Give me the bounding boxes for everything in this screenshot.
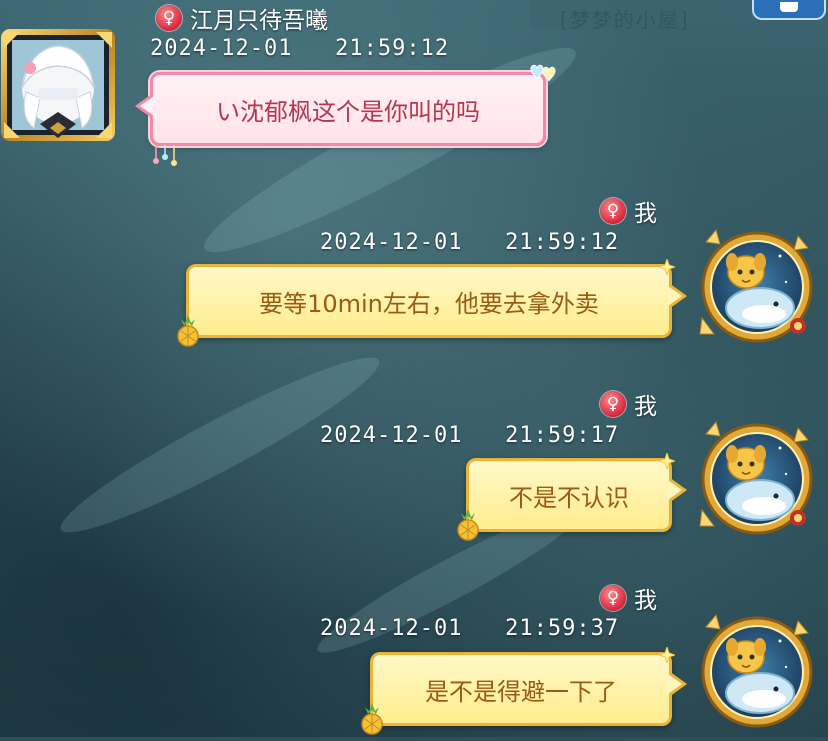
whale-dog-avatar-icon — [699, 420, 813, 535]
bubble-tail-inner — [668, 286, 682, 306]
message-bubble-outgoing[interactable]: 要等10min左右，他要去拿外卖 — [177, 259, 687, 347]
whale-dog-avatar-icon — [699, 228, 813, 343]
avatar-self[interactable] — [694, 414, 820, 544]
sender-name-row: ♀ 江月只待吾曦 — [156, 1, 328, 35]
sender-name[interactable]: 江月只待吾曦 — [190, 1, 328, 35]
sender-name-row: ♀ 我 — [600, 387, 657, 421]
message-text: い沈郁枫这个是你叫的吗 — [216, 97, 480, 126]
message-timestamp: 2024-12-01 21:59:12 — [150, 36, 450, 61]
avatar-self[interactable] — [694, 222, 820, 352]
message-bubble-incoming[interactable]: い沈郁枫这个是你叫的吗 — [135, 64, 556, 166]
pineapple-icon — [457, 509, 479, 541]
message-timestamp: 2024-12-01 21:59:17 — [320, 423, 620, 448]
female-symbol-icon: ♀ — [600, 391, 626, 417]
whale-dog-avatar-icon — [701, 613, 813, 728]
bubble-tail-inner — [668, 674, 682, 694]
sender-name[interactable]: 我 — [634, 194, 657, 228]
sparkle-icon — [659, 259, 675, 275]
female-symbol-icon: ♀ — [600, 198, 626, 224]
message-timestamp: 2024-12-01 21:59:37 — [320, 616, 620, 641]
sender-name[interactable]: 我 — [634, 387, 657, 421]
pineapple-icon — [177, 315, 199, 347]
anime-girl-avatar-icon — [1, 29, 115, 141]
female-symbol-icon: ♀ — [600, 585, 626, 611]
avatar-sender[interactable] — [0, 28, 116, 142]
hearts-decoration-icon — [530, 64, 556, 82]
bubble-tail-inner — [668, 480, 682, 500]
pineapple-icon — [361, 703, 383, 735]
message-bubble-outgoing[interactable]: 不是不认识 — [457, 453, 687, 541]
avatar-self[interactable] — [694, 607, 820, 737]
sender-name-row: ♀ 我 — [600, 581, 657, 615]
message-text: 不是不认识 — [509, 483, 629, 512]
dangling-beads-decoration-icon — [153, 145, 177, 166]
top-room-title: [梦梦的小屋] — [560, 8, 690, 32]
message-text: 是不是得避一下了 — [425, 677, 617, 706]
sparkle-icon — [659, 453, 675, 469]
sender-name-row: ♀ 我 — [600, 194, 657, 228]
message-timestamp: 2024-12-01 21:59:12 — [320, 230, 620, 255]
bubble-tail-inner — [140, 96, 154, 116]
message-text: 要等10min左右，他要去拿外卖 — [259, 289, 599, 318]
top-menu-button[interactable] — [752, 0, 826, 20]
sender-name[interactable]: 我 — [634, 581, 657, 615]
message-bubble-outgoing[interactable]: 是不是得避一下了 — [361, 647, 687, 735]
female-symbol-icon: ♀ — [156, 5, 182, 31]
sparkle-icon — [659, 647, 675, 663]
